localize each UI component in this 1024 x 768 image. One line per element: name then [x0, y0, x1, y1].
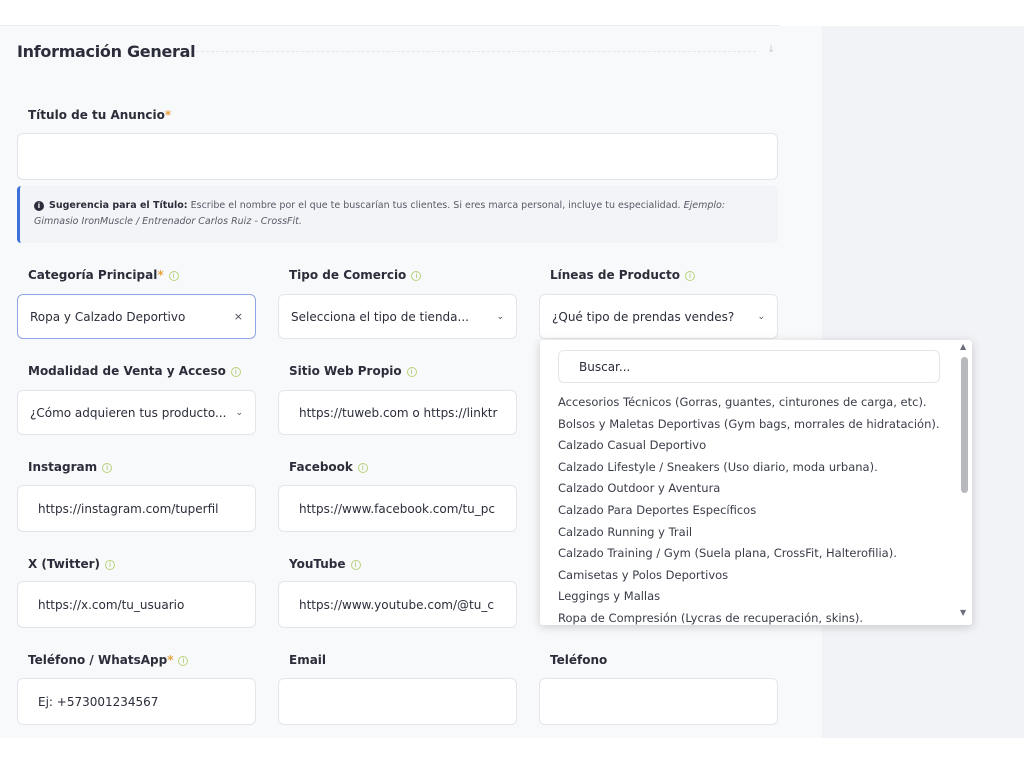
tipo-comercio-label-text: Tipo de Comercio: [289, 268, 407, 282]
dropdown-option[interactable]: Leggings y Mallas: [558, 586, 950, 608]
hint-text: Escribe el nombre por el que te buscaría…: [187, 200, 684, 211]
instagram-value: https://instagram.com/tuperfil: [38, 501, 219, 516]
dropdown-options: Accesorios Técnicos (Gorras, guantes, ci…: [558, 392, 950, 625]
required-mark: *: [167, 653, 174, 667]
twitter-label-text: X (Twitter): [28, 557, 100, 571]
lineas-placeholder: ¿Qué tipo de prendas vendes?: [552, 309, 735, 324]
lineas-label-text: Líneas de Producto: [550, 268, 680, 282]
required-mark: *: [157, 268, 164, 282]
required-mark: *: [164, 108, 172, 122]
instagram-label: Instagram i: [28, 460, 113, 474]
dropdown-option[interactable]: Calzado Training / Gym (Suela plana, Cro…: [558, 543, 950, 565]
sitio-web-label: Sitio Web Propio i: [289, 364, 417, 378]
telefono-label-text: Teléfono: [550, 653, 608, 667]
sitio-web-input[interactable]: https://tuweb.com o https://linktr: [278, 390, 517, 435]
chevron-down-icon: ⌄: [496, 311, 504, 322]
modalidad-label: Modalidad de Venta y Acceso i: [28, 364, 241, 378]
dropdown-option[interactable]: Calzado Outdoor y Aventura: [558, 478, 950, 500]
categoria-label: Categoría Principal* i: [28, 268, 179, 282]
lineas-dropdown: Buscar... Accesorios Técnicos (Gorras, g…: [540, 340, 972, 625]
twitter-value: https://x.com/tu_usuario: [38, 597, 185, 612]
modalidad-placeholder: ¿Cómo adquieren tus producto...: [30, 405, 227, 420]
dropdown-option[interactable]: Calzado Para Deportes Específicos: [558, 500, 950, 522]
hint-bold: Sugerencia para el Título:: [49, 200, 188, 211]
instagram-label-text: Instagram: [28, 460, 98, 474]
title-label-text: Título de tu Anuncio: [28, 108, 165, 122]
telefono-label: Teléfono: [550, 653, 607, 667]
dropdown-option[interactable]: Bolsos y Maletas Deportivas (Gym bags, m…: [558, 414, 950, 436]
dropdown-search-placeholder: Buscar...: [579, 359, 631, 374]
info-icon[interactable]: i: [684, 271, 695, 281]
info-icon[interactable]: i: [411, 271, 422, 281]
categoria-label-text: Categoría Principal: [28, 268, 158, 282]
scroll-up-icon[interactable]: ▲: [960, 342, 966, 351]
dropdown-search-input[interactable]: Buscar...: [558, 350, 940, 383]
email-input[interactable]: [278, 678, 517, 725]
youtube-value: https://www.youtube.com/@tu_c: [299, 597, 494, 612]
twitter-input[interactable]: https://x.com/tu_usuario: [17, 581, 256, 628]
dropdown-scrollbar[interactable]: [961, 357, 968, 493]
categoria-value: Ropa y Calzado Deportivo: [30, 309, 186, 324]
info-icon[interactable]: i: [102, 463, 113, 473]
youtube-input[interactable]: https://www.youtube.com/@tu_c: [278, 581, 517, 628]
info-icon: i: [34, 201, 44, 211]
instagram-input[interactable]: https://instagram.com/tuperfil: [17, 485, 256, 532]
title-input[interactable]: [17, 133, 778, 180]
facebook-input[interactable]: https://www.facebook.com/tu_pc: [278, 485, 517, 532]
dropdown-option[interactable]: Calzado Casual Deportivo: [558, 435, 950, 457]
info-icon[interactable]: i: [357, 463, 368, 473]
facebook-label-text: Facebook: [289, 460, 353, 474]
whatsapp-value: Ej: +573001234567: [38, 694, 159, 709]
email-label: Email: [289, 653, 326, 667]
lineas-label: Líneas de Producto i: [550, 268, 695, 282]
whatsapp-input[interactable]: Ej: +573001234567: [17, 678, 256, 725]
info-icon[interactable]: i: [230, 367, 241, 377]
sitio-web-value: https://tuweb.com o https://linktr: [299, 405, 498, 420]
collapse-arrow-icon[interactable]: ↓: [767, 44, 775, 55]
categoria-select[interactable]: Ropa y Calzado Deportivo ×: [17, 294, 256, 339]
top-bar: [0, 0, 780, 26]
tipo-comercio-label: Tipo de Comercio i: [289, 268, 422, 282]
youtube-label: YouTube i: [289, 557, 361, 571]
info-icon[interactable]: i: [350, 560, 361, 570]
dropdown-option[interactable]: Calzado Running y Trail: [558, 522, 950, 544]
dropdown-option[interactable]: Camisetas y Polos Deportivos: [558, 565, 950, 587]
twitter-label: X (Twitter) i: [28, 557, 115, 571]
scroll-down-icon[interactable]: ▼: [960, 608, 966, 617]
title-hint: i Sugerencia para el Título: Escribe el n…: [17, 186, 778, 243]
page: Información General ↓ Título de tu Anunc…: [0, 0, 1024, 768]
info-icon[interactable]: i: [406, 367, 417, 377]
section-title: Información General: [17, 42, 196, 61]
dropdown-option[interactable]: Accesorios Técnicos (Gorras, guantes, ci…: [558, 392, 950, 414]
youtube-label-text: YouTube: [289, 557, 346, 571]
whatsapp-label: Teléfono / WhatsApp* i: [28, 653, 189, 667]
facebook-label: Facebook i: [289, 460, 368, 474]
dropdown-option[interactable]: Ropa de Compresión (Lycras de recuperaci…: [558, 608, 950, 625]
modalidad-label-text: Modalidad de Venta y Acceso: [28, 364, 226, 378]
info-icon[interactable]: i: [168, 271, 179, 281]
whatsapp-label-text: Teléfono / WhatsApp: [28, 653, 168, 667]
chevron-down-icon: ⌄: [235, 407, 243, 418]
tipo-comercio-placeholder: Selecciona el tipo de tienda...: [291, 309, 469, 324]
clear-icon[interactable]: ×: [234, 310, 243, 323]
section-divider: [196, 51, 756, 52]
tipo-comercio-select[interactable]: Selecciona el tipo de tienda... ⌄: [278, 294, 517, 339]
dropdown-option[interactable]: Calzado Lifestyle / Sneakers (Uso diario…: [558, 457, 950, 479]
facebook-value: https://www.facebook.com/tu_pc: [299, 501, 495, 516]
info-icon[interactable]: i: [178, 656, 189, 666]
chevron-down-icon: ⌄: [757, 311, 765, 322]
email-label-text: Email: [289, 653, 327, 667]
title-label: Título de tu Anuncio*: [28, 108, 171, 122]
lineas-select[interactable]: ¿Qué tipo de prendas vendes? ⌄: [539, 294, 778, 339]
telefono-input[interactable]: [539, 678, 778, 725]
info-icon[interactable]: i: [105, 560, 115, 570]
sitio-web-label-text: Sitio Web Propio: [289, 364, 402, 378]
modalidad-select[interactable]: ¿Cómo adquieren tus producto... ⌄: [17, 390, 256, 435]
